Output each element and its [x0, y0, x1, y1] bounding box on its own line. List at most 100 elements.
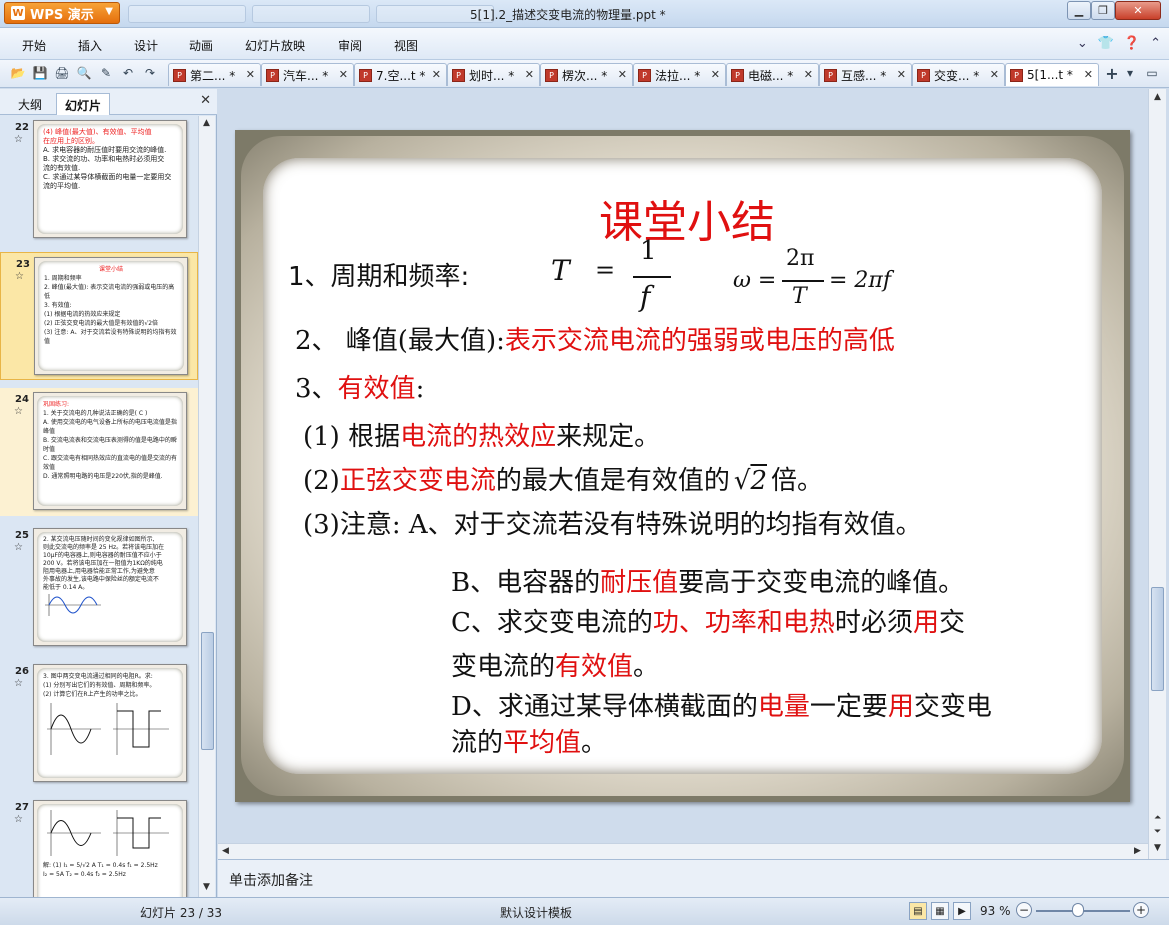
slide-thumbnail-26[interactable]: 26 ☆ 3. 图中两交变电流通过相同的电阻R。求: (1) 分别写出它们的有效…	[0, 660, 198, 788]
ppt-file-icon: P	[266, 68, 279, 82]
formula-equals: =	[595, 256, 616, 284]
print-preview-icon[interactable]: 🔍	[76, 65, 92, 81]
scrollbar-thumb[interactable]	[1151, 587, 1164, 691]
close-icon[interactable]: ✕	[246, 68, 255, 81]
thumbnail-scrollbar[interactable]: ▲ ▼	[198, 116, 215, 897]
zoom-slider-thumb[interactable]	[1072, 903, 1084, 917]
doc-tab[interactable]: P 汽车... * ✕	[261, 63, 354, 86]
slide-thumbnail-23[interactable]: 23 ☆ 课堂小结 1. 周期和频率 2. 峰值(最大值): 表示交流电流的强弱…	[0, 252, 198, 380]
slide-thumbnail-27[interactable]: 27 ☆ 解: (1) I₁ = 5/√2 A T₁ = 0.4s f₁ = 2…	[0, 796, 198, 897]
item-period-frequency: 1、周期和频率:	[288, 262, 470, 292]
ppt-file-icon: P	[638, 68, 651, 82]
ghost-window-tabs	[128, 5, 494, 23]
slide-counter: 幻灯片 23 / 33	[140, 906, 223, 920]
menu-bar: 开始 插入 设计 动画 幻灯片放映 审阅 视图 ⌄ 👕 ❓ ⌃	[0, 28, 1169, 60]
doc-tab-active[interactable]: P 5[1...t * ✕	[1005, 63, 1099, 86]
next-slide-icon[interactable]: ⏷	[1154, 827, 1161, 837]
close-icon[interactable]: ✕	[990, 68, 999, 81]
doc-tab[interactable]: P 楞次... * ✕	[540, 63, 633, 86]
animation-star-icon: ☆	[14, 406, 23, 417]
notes-pane[interactable]: 单击添加备注	[218, 859, 1169, 897]
doc-tab[interactable]: P 法拉... * ✕	[633, 63, 726, 86]
scrollbar-thumb[interactable]	[201, 632, 214, 750]
new-tab-icon[interactable]: +	[1104, 64, 1120, 83]
waveform-graphs	[47, 703, 169, 755]
note-B: B、电容器的耐压值要高于交变电流的峰值。	[451, 568, 965, 598]
close-icon[interactable]: ✕	[1084, 68, 1093, 81]
slide-thumbnail-24[interactable]: 24 ☆ 巩固练习: 1. 关于交流电的几种说法正确的是( C ) A. 使用交…	[0, 388, 198, 516]
redo-icon[interactable]: ↷	[142, 65, 158, 81]
sub-item-1: (1) 根据电流的热效应来规定。	[303, 422, 661, 452]
format-painter-icon[interactable]: ✎	[98, 65, 114, 81]
slide-thumbnail-22[interactable]: 22 ☆ (4) 峰值(最大值)、有效值、平均值 在应用上的区别。 A. 求电容…	[0, 116, 198, 244]
title-bar: W WPS 演示 ▼ 5[1].2_描述交变电流的物理量.ppt * ▁ ❐ ✕	[0, 0, 1169, 28]
ppt-file-icon: P	[1010, 68, 1023, 82]
close-icon[interactable]: ✕	[339, 68, 348, 81]
prev-slide-icon[interactable]: ⏶	[1154, 813, 1161, 823]
close-icon[interactable]: ✕	[897, 68, 906, 81]
ppt-file-icon: P	[173, 68, 186, 82]
scroll-up-icon[interactable]: ▲	[203, 118, 210, 128]
scroll-down-icon[interactable]: ▼	[203, 882, 210, 892]
scroll-right-icon[interactable]: ▶	[1134, 846, 1141, 856]
close-icon[interactable]: ✕	[711, 68, 720, 81]
close-icon[interactable]: ✕	[804, 68, 813, 81]
menu-insert[interactable]: 插入	[78, 37, 102, 54]
zoom-out-button[interactable]: −	[1016, 902, 1032, 918]
expand-icon[interactable]: ⌃	[1150, 36, 1161, 51]
window-list-icon[interactable]: ▭	[1144, 65, 1160, 81]
help-icon[interactable]: ❓	[1124, 36, 1140, 51]
normal-view-icon[interactable]: ▤	[909, 902, 927, 920]
close-icon[interactable]: ✕	[432, 68, 441, 81]
animation-star-icon: ☆	[14, 134, 23, 145]
save-icon[interactable]: 💾	[32, 65, 48, 81]
chevron-down-icon[interactable]: ⌄	[1077, 36, 1088, 51]
doc-tab[interactable]: P 互感... * ✕	[819, 63, 912, 86]
doc-tab[interactable]: P 电磁... * ✕	[726, 63, 819, 86]
close-icon[interactable]: ✕	[200, 93, 211, 108]
doc-tab[interactable]: P 划时... * ✕	[447, 63, 540, 86]
menu-slideshow[interactable]: 幻灯片放映	[245, 37, 305, 54]
close-icon[interactable]: ✕	[618, 68, 627, 81]
chevron-down-icon: ▼	[105, 6, 113, 17]
slide-thumbnail-25[interactable]: 25 ☆ 2. 某交流电压随时间的变化规律如图所示, 则此交流电的频率是 25 …	[0, 524, 198, 652]
status-bar: 幻灯片 23 / 33 默认设计模板 ▤ ▦ ▶ 93 % − +	[0, 897, 1169, 925]
menu-review[interactable]: 审阅	[338, 37, 362, 54]
doc-tab[interactable]: P 第二... * ✕	[168, 63, 261, 86]
minimize-button[interactable]: ▁	[1067, 1, 1091, 20]
wps-menu-button[interactable]: W WPS 演示 ▼	[4, 2, 120, 24]
slide-canvas[interactable]: 课堂小结 1、周期和频率: T = 1 f ω = 2π T = 2πf 2、 …	[235, 130, 1130, 802]
note-D: D、求通过某导体横截面的电量一定要用交变电	[451, 692, 992, 722]
formula-denominator: f	[640, 280, 651, 313]
tab-slides[interactable]: 幻灯片	[56, 93, 111, 115]
editor-vertical-scrollbar[interactable]: ▲ ⏶ ⏷ ▼	[1148, 89, 1166, 859]
menu-design[interactable]: 设计	[134, 37, 158, 54]
tab-outline[interactable]: 大纲	[10, 93, 50, 115]
close-button[interactable]: ✕	[1115, 1, 1161, 20]
menu-animation[interactable]: 动画	[189, 37, 213, 54]
scroll-left-icon[interactable]: ◀	[222, 846, 229, 856]
menu-view[interactable]: 视图	[394, 37, 418, 54]
scroll-up-icon[interactable]: ▲	[1154, 92, 1161, 102]
restore-button[interactable]: ❐	[1091, 1, 1115, 20]
zoom-level: 93 %	[980, 904, 1011, 918]
notes-placeholder: 单击添加备注	[229, 873, 313, 889]
scroll-down-icon[interactable]: ▼	[1154, 843, 1161, 853]
chevron-down-icon[interactable]: ▾	[1122, 65, 1138, 81]
print-icon[interactable]: 🖨	[54, 65, 70, 81]
close-icon[interactable]: ✕	[525, 68, 534, 81]
doc-tab[interactable]: P 交变... * ✕	[912, 63, 1005, 86]
animation-star-icon: ☆	[14, 542, 23, 553]
slideshow-icon[interactable]: ▶	[953, 902, 971, 920]
ppt-file-icon: P	[359, 68, 372, 82]
menu-home[interactable]: 开始	[22, 37, 46, 54]
open-icon[interactable]: 📂	[10, 65, 26, 81]
skin-icon[interactable]: 👕	[1098, 36, 1114, 51]
doc-tab[interactable]: P 7.空...t * ✕	[354, 63, 447, 86]
zoom-in-button[interactable]: +	[1133, 902, 1149, 918]
slide-sorter-icon[interactable]: ▦	[931, 902, 949, 920]
undo-icon[interactable]: ↶	[120, 65, 136, 81]
editor-horizontal-scrollbar[interactable]: ◀ ▶	[218, 843, 1148, 859]
ppt-file-icon: P	[731, 68, 744, 82]
item-rms-value: 3、有效值:	[295, 374, 425, 404]
